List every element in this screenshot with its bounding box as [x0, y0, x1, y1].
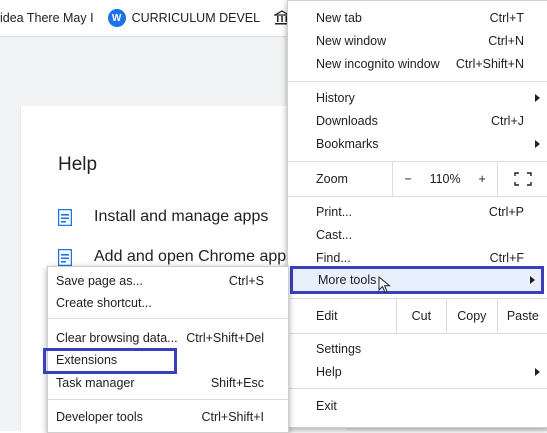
- menu-print[interactable]: Print... Ctrl+P: [288, 200, 547, 223]
- menu-item-label: Create shortcut...: [56, 296, 152, 310]
- submenu-arrow-icon: [530, 276, 535, 284]
- submenu-create-shortcut[interactable]: Create shortcut...: [48, 292, 288, 314]
- bookmark-label: idea There May I: [0, 11, 94, 25]
- menu-divider: [48, 399, 288, 400]
- help-link-label: Install and manage apps: [94, 208, 269, 225]
- wordpress-icon: W: [107, 9, 126, 27]
- help-link[interactable]: Add and open Chrome apps: [58, 248, 294, 266]
- menu-exit[interactable]: Exit: [288, 394, 547, 417]
- submenu-arrow-icon: [535, 93, 540, 102]
- submenu-developer-tools[interactable]: Developer tools Ctrl+Shift+I: [48, 406, 288, 428]
- menu-shortcut: Shift+Esc: [210, 376, 264, 390]
- menu-item-label: Downloads: [316, 113, 378, 128]
- menu-shortcut: Ctrl+P: [488, 204, 524, 219]
- submenu-task-manager[interactable]: Task manager Shift+Esc: [48, 372, 288, 394]
- menu-divider: [288, 333, 547, 334]
- zoom-controls: − 110% +: [392, 162, 497, 196]
- search-field[interactable]: [0, 44, 110, 96]
- menu-item-label: Task manager: [56, 376, 135, 390]
- zoom-label: Zoom: [316, 172, 348, 186]
- paste-button[interactable]: Paste: [496, 299, 547, 333]
- menu-shortcut: Ctrl+T: [489, 10, 524, 25]
- menu-shortcut: Ctrl+Shift+I: [201, 410, 264, 424]
- fullscreen-button[interactable]: [497, 162, 547, 196]
- menu-item-label: Exit: [316, 398, 337, 413]
- menu-downloads[interactable]: Downloads Ctrl+J: [288, 109, 547, 132]
- help-heading: Help: [58, 154, 98, 175]
- submenu-clear-browsing-data[interactable]: Clear browsing data... Ctrl+Shift+Del: [48, 327, 288, 349]
- menu-item-label: New window: [316, 33, 387, 48]
- menu-settings[interactable]: Settings: [288, 337, 547, 360]
- menu-zoom-row: Zoom − 110% +: [288, 162, 547, 196]
- menu-item-label: New tab: [316, 10, 362, 25]
- chrome-main-menu: New tab Ctrl+T New window Ctrl+N New inc…: [287, 0, 547, 428]
- menu-item-label: More tools: [318, 273, 377, 287]
- menu-divider: [288, 196, 547, 197]
- menu-shortcut: Ctrl+J: [491, 113, 524, 128]
- menu-new-window[interactable]: New window Ctrl+N: [288, 29, 547, 52]
- menu-divider: [288, 81, 547, 82]
- menu-item-label: Save page as...: [56, 274, 143, 288]
- menu-edit-row: Edit Cut Copy Paste: [288, 299, 547, 333]
- menu-more-tools[interactable]: More tools: [290, 266, 544, 294]
- fullscreen-icon: [514, 172, 532, 186]
- document-icon: [58, 208, 72, 226]
- zoom-in-button[interactable]: +: [467, 172, 497, 186]
- submenu-arrow-icon: [535, 139, 540, 148]
- menu-item-label: Developer tools: [56, 410, 143, 424]
- menu-shortcut: Ctrl+F: [489, 250, 524, 265]
- menu-shortcut: Ctrl+Shift+N: [455, 56, 524, 71]
- menu-item-label: Cast...: [316, 227, 353, 242]
- submenu-arrow-icon: [535, 367, 540, 376]
- bookmark-item[interactable]: W CURRICULUM DEVEL: [107, 9, 261, 27]
- menu-divider: [288, 388, 547, 389]
- menu-item-label: History: [316, 90, 355, 105]
- help-link[interactable]: Install and manage apps: [58, 208, 268, 226]
- menu-item-label: Print...: [316, 204, 353, 219]
- menu-history[interactable]: History: [288, 86, 547, 109]
- bookmark-label: CURRICULUM DEVEL: [131, 11, 261, 25]
- menu-item-label: Bookmarks: [316, 136, 379, 151]
- submenu-save-page[interactable]: Save page as... Ctrl+S: [48, 270, 288, 292]
- menu-item-label: New incognito window: [316, 56, 440, 71]
- zoom-out-button[interactable]: −: [393, 172, 423, 186]
- mouse-cursor-icon: [378, 276, 391, 294]
- menu-bookmarks[interactable]: Bookmarks: [288, 132, 547, 155]
- menu-divider: [48, 318, 288, 319]
- cut-button[interactable]: Cut: [395, 299, 447, 333]
- menu-new-incognito-window[interactable]: New incognito window Ctrl+Shift+N: [288, 52, 547, 75]
- menu-item-label: Clear browsing data...: [56, 331, 178, 345]
- zoom-level: 110%: [429, 172, 461, 186]
- bookmark-item[interactable]: idea There May I: [0, 11, 94, 25]
- extensions-highlight-box: [43, 348, 177, 374]
- menu-shortcut: Ctrl+S: [228, 274, 264, 288]
- menu-item-label: Help: [316, 364, 342, 379]
- menu-item-label: Find...: [316, 250, 351, 265]
- menu-shortcut: Ctrl+Shift+Del: [186, 331, 264, 345]
- menu-cast[interactable]: Cast...: [288, 223, 547, 246]
- help-link-label: Add and open Chrome apps: [94, 248, 295, 265]
- menu-help[interactable]: Help: [288, 360, 547, 383]
- copy-button[interactable]: Copy: [446, 299, 497, 333]
- document-icon: [58, 248, 72, 266]
- menu-item-label: Settings: [316, 341, 362, 356]
- edit-label: Edit: [316, 309, 338, 323]
- menu-shortcut: Ctrl+N: [488, 33, 524, 48]
- menu-new-tab[interactable]: New tab Ctrl+T: [288, 6, 547, 29]
